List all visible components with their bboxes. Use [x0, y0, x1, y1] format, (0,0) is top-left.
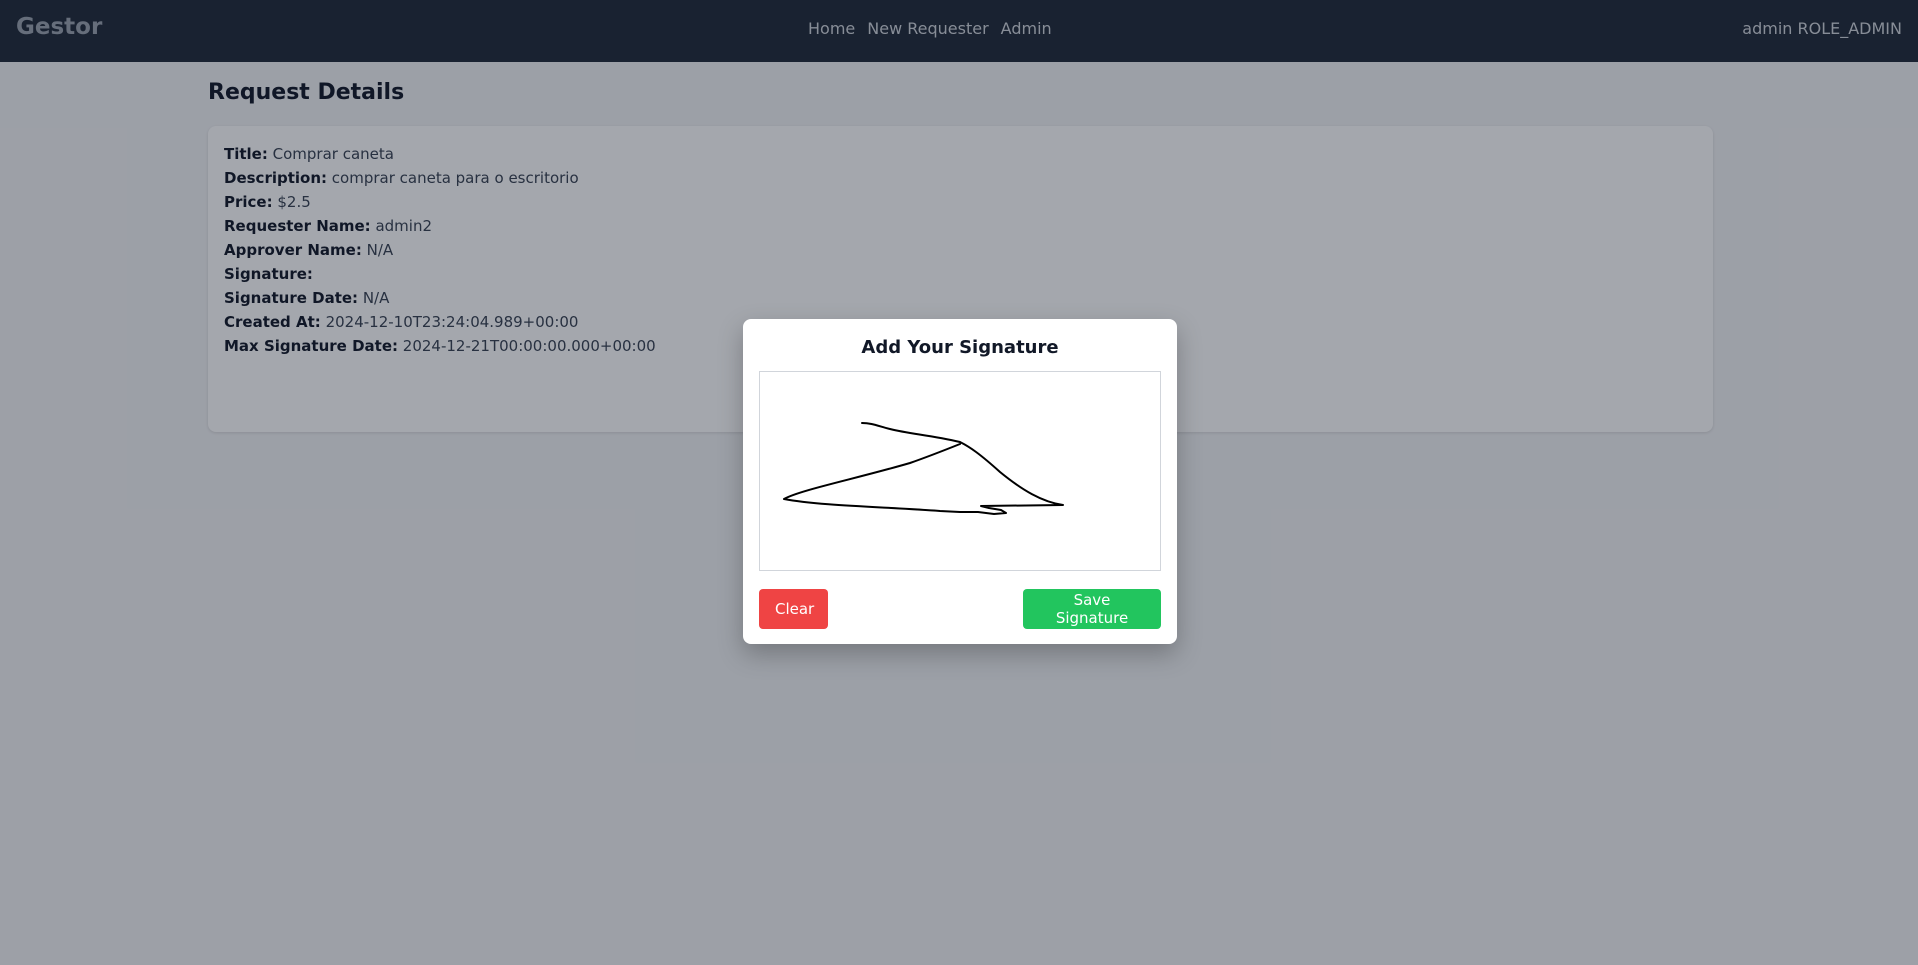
signature-canvas[interactable]: [759, 371, 1161, 571]
modal-title: Add Your Signature: [861, 337, 1059, 358]
signature-drawing: [783, 422, 1064, 515]
clear-button[interactable]: Clear: [759, 589, 828, 629]
save-signature-button[interactable]: Save Signature: [1023, 589, 1161, 629]
signature-modal: Add Your Signature Clear Save Signature: [743, 319, 1177, 644]
